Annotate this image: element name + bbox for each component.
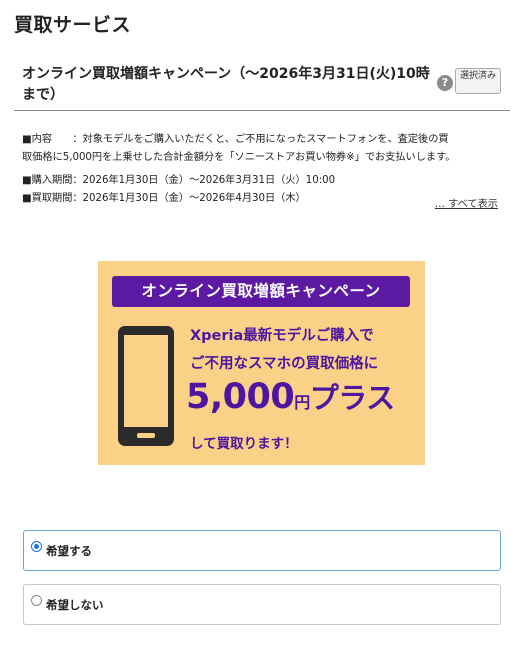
banner-line-3: して買取ります！ — [190, 436, 298, 452]
campaign-header: オンライン買取増額キャンペーン（〜2026年3月31日(火)10時まで） ? 選… — [14, 58, 510, 111]
banner-heading: オンライン買取増額キャンペーン — [112, 276, 410, 307]
show-all-link[interactable]: … すべて表示 — [435, 195, 498, 210]
banner-amount-line: 5,000円プラス — [186, 374, 395, 426]
campaign-banner: オンライン買取増額キャンペーン Xperia最新モデルご購入で ご不用なスマホの… — [98, 261, 425, 465]
option-want[interactable]: 希望する — [23, 530, 501, 571]
option-not-want-label: 希望しない — [46, 598, 104, 612]
option-want-label: 希望する — [46, 544, 92, 558]
radio-not-want[interactable] — [31, 595, 42, 606]
detail-content-line-1: ■内容 ：対象モデルをご購入いただくと、ご不用になったスマートフォンを、査定後の… — [22, 134, 449, 145]
radio-want[interactable] — [31, 541, 42, 552]
campaign-title: オンライン買取増額キャンペーン（〜2026年3月31日(火)10時まで） — [22, 66, 430, 103]
option-not-want[interactable]: 希望しない — [23, 584, 501, 625]
banner-line-2: ご不用なスマホの買取価格に — [190, 356, 379, 372]
detail-buyback-period: ■買取期間：2026年1月30日（金）〜2026年4月30日（木） — [22, 193, 306, 204]
banner-line-1: Xperia最新モデルご購入で — [190, 328, 374, 344]
smartphone-icon — [118, 326, 174, 446]
banner-amount: 5,000 — [186, 377, 295, 417]
banner-amount-unit: 円 — [294, 393, 310, 412]
selected-status-button[interactable]: 選択済み — [455, 68, 501, 94]
campaign-details: ■内容 ：対象モデルをご購入いただくと、ご不用になったスマートフォンを、査定後の… — [22, 131, 502, 208]
detail-content-line-2: 取価格に5,000円を上乗せした合計金額分を「ソニーストアお買い物券※」でお支払… — [22, 152, 456, 163]
help-icon[interactable]: ? — [437, 75, 453, 91]
detail-purchase-period: ■購入期間：2026年1月30日（金）〜2026年3月31日（火）10:00 — [22, 175, 336, 186]
page-title: 買取サービス — [14, 14, 132, 36]
banner-plus: プラス — [309, 381, 395, 415]
